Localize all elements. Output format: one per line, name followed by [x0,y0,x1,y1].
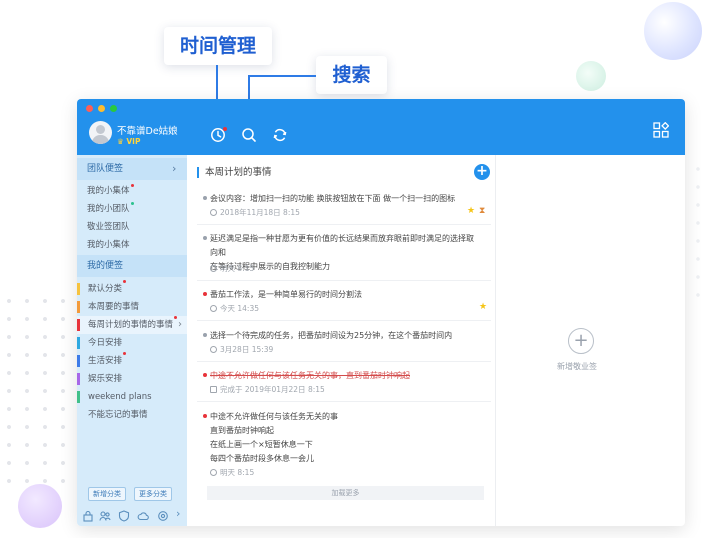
vip-badge: ♛ VIP [117,137,141,146]
vip-label: VIP [126,137,141,146]
category-item[interactable]: 娱乐安排 [77,370,187,388]
username[interactable]: 不靠谱De姑娘 [117,123,178,137]
close-window-button[interactable] [86,105,93,112]
avatar[interactable] [89,121,112,144]
app-window: 不靠谱De姑娘 ♛ VIP 团队便签 › 我的小集体 我的小团队 敬业签团队 我… [77,99,685,526]
decor-blob-green [576,61,606,91]
decor-dot-grid [0,292,76,492]
minimize-window-button[interactable] [98,105,105,112]
checkbox-icon [210,386,217,393]
category-item[interactable]: 默认分类 [77,280,187,298]
list-item[interactable]: 选择一个待完成的任务，把番茄时间设为25分钟，在这个番茄时间内 3月28日 15… [197,329,491,362]
clock-icon [210,469,217,476]
clock-icon [210,346,217,353]
apps-icon[interactable] [653,122,669,138]
category-item[interactable]: 本周要的事情 [77,298,187,316]
team-notes-header[interactable]: 团队便签 › [77,158,187,180]
new-note-button[interactable]: + [568,328,594,354]
callout-search: 搜索 [316,56,387,94]
list-item[interactable]: 中途不允许做任何与该任务无关的事 直到番茄时钟响起 在纸上画一个×短暂休息一下 … [197,410,491,478]
list-title: 本周计划的事情 [197,167,272,178]
new-note-label: 新增敬业签 [557,362,597,371]
clock-icon [210,265,217,272]
lock-icon[interactable] [82,510,94,522]
sidebar: 团队便签 › 我的小集体 我的小团队 敬业签团队 我的小集体 我的便签 默认分类… [77,155,187,526]
load-more-button[interactable]: 加载更多 [207,486,484,500]
title-bar: 不靠谱De姑娘 ♛ VIP [77,99,685,155]
leader-line [248,75,316,77]
team-notes-label: 团队便签 [87,164,124,174]
task-time: 3月28日 15:39 [210,344,273,355]
chevron-right-icon[interactable]: › [176,507,180,520]
star-icon[interactable]: ★ [479,302,487,312]
sidebar-item-team[interactable]: 我的小团队 [87,202,134,214]
add-category-button[interactable]: 新增分类 [88,487,126,501]
list-item[interactable]: 会议内容：增加扫一扫的功能 换肤按钮放在下面 做一个扫一扫的图标 2018年11… [197,192,491,225]
sidebar-item-team[interactable]: 我的小集体 [87,238,130,250]
team-icon[interactable] [99,510,111,522]
task-text: 会议内容：增加扫一扫的功能 换肤按钮放在下面 做一个扫一扫的图标 [210,194,456,203]
decor-dot-grid-right [690,160,706,310]
category-item[interactable]: 不能忘记的事情 [77,406,187,424]
task-completed-time: 完成于 2019年01月22日 8:15 [210,384,325,395]
clock-icon [210,305,217,312]
sync-icon[interactable] [272,127,288,143]
add-note-button[interactable]: + [474,164,490,180]
task-time: 明天 8:15 [210,263,254,274]
callout-time-management: 时间管理 [164,27,272,65]
list-item[interactable]: 延迟满足是指一种甘愿为更有价值的长远结果而放弃眼前即时满足的选择取向和 在等待过程… [197,232,491,281]
note-list: 本周计划的事情 + 会议内容：增加扫一扫的功能 换肤按钮放在下面 做一个扫一扫的… [197,155,494,526]
more-categories-button[interactable]: 更多分类 [134,487,172,501]
notification-dot [223,127,227,131]
cloud-icon[interactable] [137,510,149,522]
category-item[interactable]: 今日安排 [77,334,187,352]
settings-icon[interactable] [157,510,169,522]
my-notes-header[interactable]: 我的便签 [77,255,187,277]
decor-blob-top-right [644,2,702,60]
category-item[interactable]: 生活安排 [77,352,187,370]
maximize-window-button[interactable] [110,105,117,112]
search-icon[interactable] [241,127,257,143]
task-time: 今天 14:35 [210,303,259,314]
sidebar-item-team[interactable]: 我的小集体 [87,184,134,196]
chevron-right-icon: › [178,319,182,330]
hourglass-icon[interactable]: ⧗ [479,206,485,216]
chevron-right-icon: › [172,162,177,175]
shield-icon[interactable] [118,510,130,522]
list-item-completed[interactable]: 中途不允许做任何与该任务无关的事，直到番茄时钟响起 完成于 2019年01月22… [197,369,491,402]
category-item-active[interactable]: 每周计划的事情的事情 › [77,316,187,334]
task-text: 中途不允许做任何与该任务无关的事，直到番茄时钟响起 [210,371,410,380]
category-item[interactable]: weekend plans [77,388,187,406]
task-text: 中途不允许做任何与该任务无关的事 直到番茄时钟响起 在纸上画一个×短暂休息一下 … [210,412,338,463]
star-icon[interactable]: ★ [467,206,475,216]
task-text: 选择一个待完成的任务，把番茄时间设为25分钟，在这个番茄时间内 [210,331,453,340]
list-item[interactable]: 番茄工作法，是一种简单易行的时间分割法 今天 14:35 ★ [197,288,491,321]
task-time: 明天 8:15 [210,467,254,478]
task-time: 2018年11月18日 8:15 [210,207,300,218]
panel-divider [495,155,496,526]
task-text: 番茄工作法，是一种简单易行的时间分割法 [210,290,362,299]
clock-icon [210,209,217,216]
sidebar-item-team[interactable]: 敬业签团队 [87,220,130,232]
